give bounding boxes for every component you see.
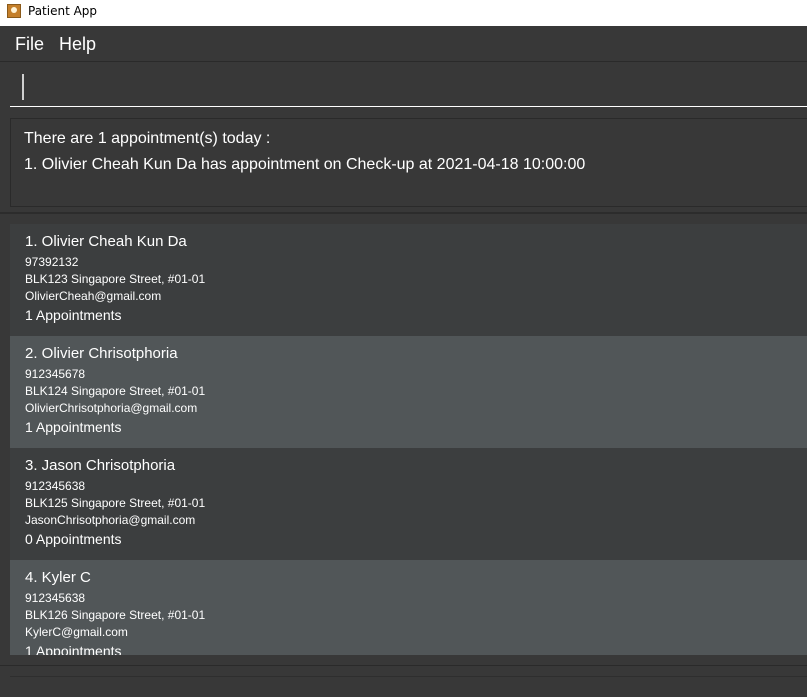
patient-name: 1. Olivier Cheah Kun Da xyxy=(25,233,187,250)
patient-appointments: 0 Appointments xyxy=(25,531,122,547)
result-summary: There are 1 appointment(s) today : xyxy=(24,130,271,147)
patient-phone: 912345638 xyxy=(25,591,86,605)
patient-card[interactable]: 3. Jason Chrisotphoria 912345638 BLK125 … xyxy=(10,448,807,560)
patient-phone: 912345678 xyxy=(25,367,86,381)
patient-appointments: 1 Appointments xyxy=(25,419,122,435)
window-title: Patient App xyxy=(28,4,98,18)
command-input[interactable] xyxy=(10,68,807,107)
command-box xyxy=(0,62,807,110)
patient-list[interactable]: 1. Olivier Cheah Kun Da 97392132 BLK123 … xyxy=(10,224,807,655)
patient-phone: 97392132 xyxy=(25,255,79,269)
text-caret xyxy=(22,74,24,100)
result-appointment: 1. Olivier Cheah Kun Da has appointment … xyxy=(24,156,586,173)
patient-name: 2. Olivier Chrisotphoria xyxy=(25,345,178,362)
title-bar: Patient App xyxy=(0,0,807,26)
patient-appointments: 1 Appointments xyxy=(25,643,122,655)
menu-bar: File Help xyxy=(0,26,807,62)
patient-address: BLK126 Singapore Street, #01-01 xyxy=(25,608,206,622)
panel-divider xyxy=(0,212,807,214)
patient-address: BLK125 Singapore Street, #01-01 xyxy=(25,496,206,510)
patient-email: KylerC@gmail.com xyxy=(25,625,128,639)
status-bar-inner xyxy=(10,676,807,697)
menu-file[interactable]: File xyxy=(15,34,44,55)
patient-address: BLK123 Singapore Street, #01-01 xyxy=(25,272,206,286)
patient-card[interactable]: 2. Olivier Chrisotphoria 912345678 BLK12… xyxy=(10,336,807,448)
patient-card[interactable]: 1. Olivier Cheah Kun Da 97392132 BLK123 … xyxy=(10,224,807,336)
patient-name: 3. Jason Chrisotphoria xyxy=(25,457,176,474)
patient-appointments: 1 Appointments xyxy=(25,307,122,323)
patient-address: BLK124 Singapore Street, #01-01 xyxy=(25,384,206,398)
patient-name: 4. Kyler C xyxy=(25,569,91,586)
patient-email: OlivierChrisotphoria@gmail.com xyxy=(25,401,198,415)
patient-email: JasonChrisotphoria@gmail.com xyxy=(25,513,196,527)
patient-card[interactable]: 4. Kyler C 912345638 BLK126 Singapore St… xyxy=(10,560,807,655)
app-icon xyxy=(7,4,21,18)
status-bar xyxy=(0,665,807,696)
menu-help[interactable]: Help xyxy=(59,34,96,55)
patient-phone: 912345638 xyxy=(25,479,86,493)
patient-email: OlivierCheah@gmail.com xyxy=(25,289,162,303)
result-display: There are 1 appointment(s) today : 1. Ol… xyxy=(10,118,807,207)
